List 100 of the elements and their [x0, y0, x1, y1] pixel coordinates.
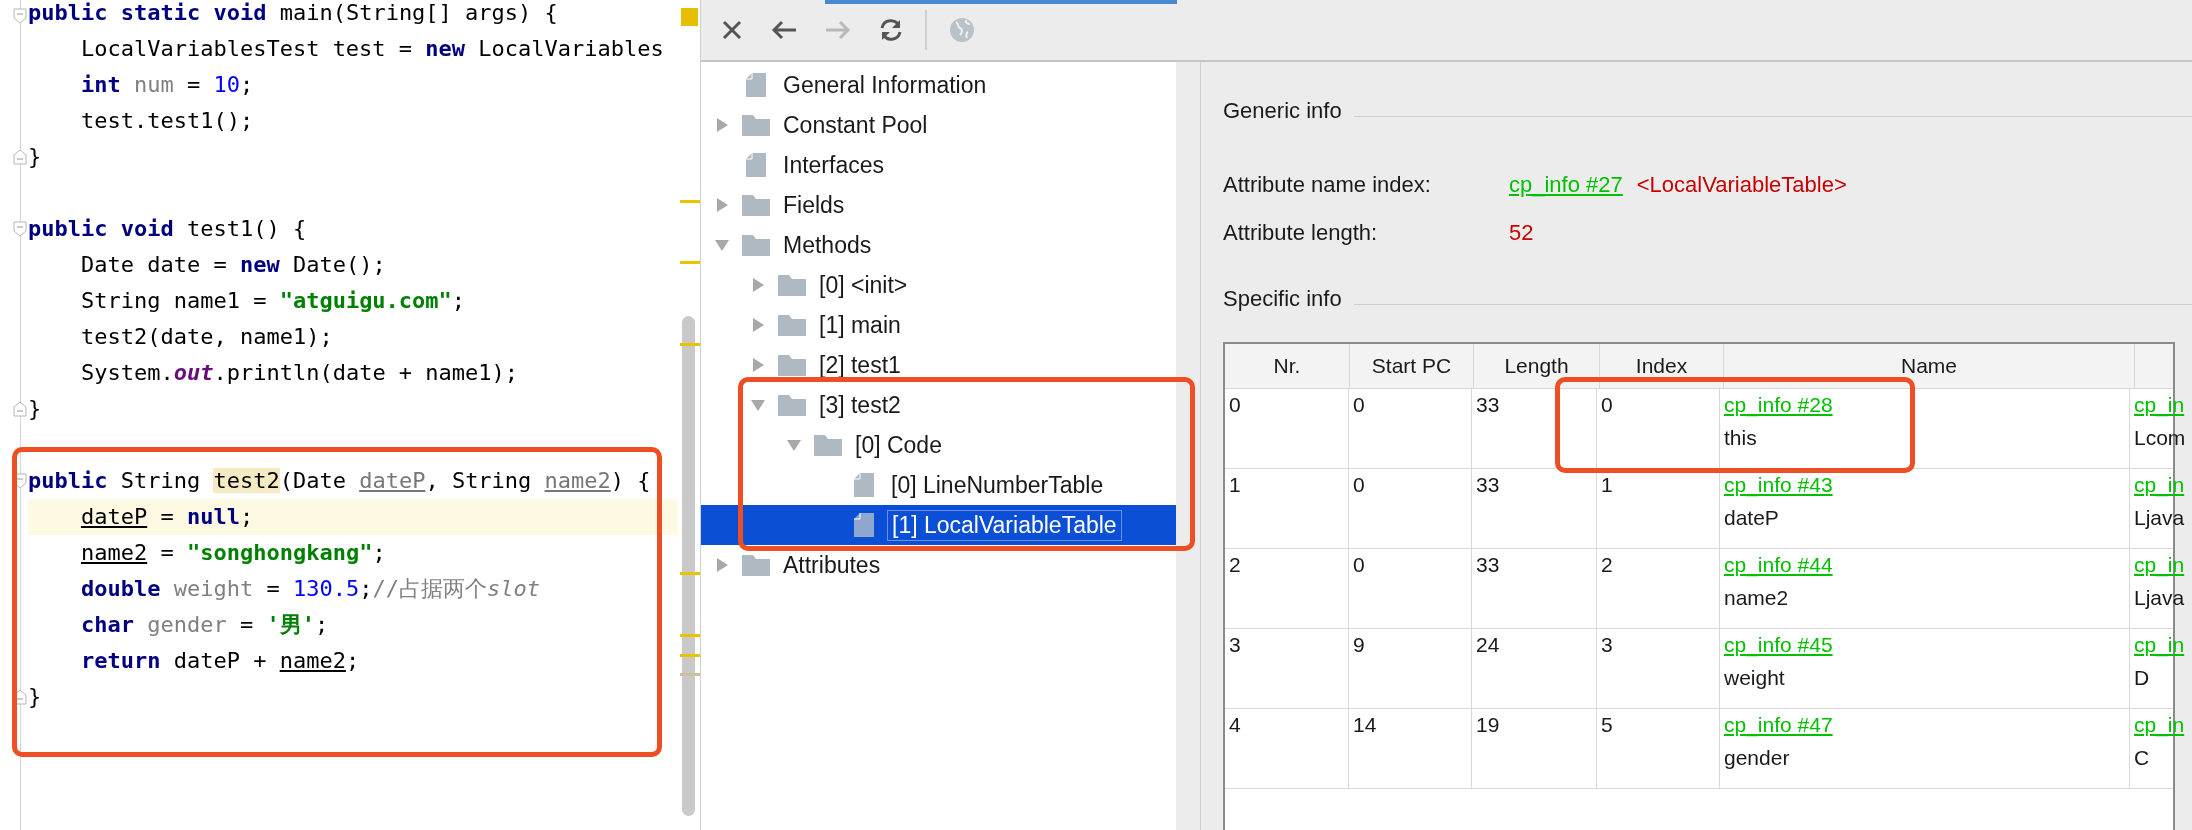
- file-icon: [745, 152, 767, 178]
- column-header[interactable]: Start PC: [1350, 344, 1474, 388]
- table-cell: 0: [1349, 469, 1472, 548]
- tree-item[interactable]: [0] <init>: [815, 270, 912, 300]
- warning-stripe-mark[interactable]: [680, 654, 700, 657]
- table-cell: 2: [1225, 549, 1349, 628]
- warning-stripe-mark[interactable]: [680, 261, 700, 264]
- tree-item[interactable]: [3] test2: [815, 390, 905, 420]
- table-cell: 14: [1349, 709, 1472, 788]
- attribute-label: Attribute name index:: [1223, 172, 1432, 198]
- folder-icon: [741, 553, 771, 577]
- warning-stripe-mark[interactable]: [680, 343, 700, 346]
- folder-icon: [741, 233, 771, 257]
- close-icon: [720, 18, 744, 42]
- code-line: }: [28, 684, 42, 709]
- file-icon: [853, 512, 875, 538]
- fold-icon[interactable]: [13, 149, 27, 165]
- file-icon: [745, 72, 767, 98]
- tree-item[interactable]: Constant Pool: [779, 110, 932, 140]
- warning-stripe-mark[interactable]: [680, 634, 700, 637]
- variable-name: gender: [1724, 746, 1791, 770]
- descriptor-text: Ljava: [2134, 506, 2186, 530]
- variable-name: weight: [1724, 666, 1786, 690]
- code-line: char gender = '男';: [80, 612, 329, 637]
- warning-stripe-mark[interactable]: [680, 200, 700, 203]
- warning-stripe-mark[interactable]: [680, 673, 700, 676]
- expand-arrow-icon[interactable]: [750, 277, 766, 293]
- collapse-arrow-icon[interactable]: [714, 237, 730, 253]
- fold-icon[interactable]: [13, 7, 27, 24]
- column-header[interactable]: Index: [1600, 344, 1724, 388]
- refresh-icon: [878, 17, 904, 43]
- folder-icon: [777, 313, 807, 337]
- code-line: int num = 10;: [80, 72, 254, 97]
- table-cell: 0: [1597, 389, 1720, 468]
- folder-icon: [813, 433, 843, 457]
- expand-arrow-icon[interactable]: [714, 557, 730, 573]
- warning-marker-icon[interactable]: [681, 8, 698, 26]
- tree-item[interactable]: [0] Code: [851, 430, 946, 460]
- tree-item[interactable]: Fields: [779, 190, 849, 220]
- tree-item[interactable]: [1] LocalVariableTable: [887, 509, 1122, 541]
- attribute-value: <LocalVariableTable>: [1636, 172, 1847, 198]
- code-line: return dateP + name2;: [80, 648, 360, 673]
- table-cell: 19: [1472, 709, 1597, 788]
- table-cell: 0: [1349, 549, 1472, 628]
- table-cell: 9: [1349, 629, 1472, 708]
- globe-icon: [948, 16, 976, 44]
- tree-item[interactable]: Methods: [779, 230, 876, 260]
- expand-arrow-icon[interactable]: [714, 117, 730, 133]
- folder-icon: [741, 113, 771, 137]
- column-header[interactable]: Name: [1724, 344, 2135, 388]
- code-line: public void test1() {: [28, 216, 307, 241]
- expand-arrow-icon[interactable]: [750, 317, 766, 333]
- table-cell: 5: [1597, 709, 1720, 788]
- table-cell: 2: [1597, 549, 1720, 628]
- scrollbar-thumb[interactable]: [682, 316, 695, 816]
- left-arrow-icon: [770, 18, 798, 42]
- tree-item[interactable]: General Information: [779, 70, 991, 100]
- table-cell: 3: [1597, 629, 1720, 708]
- code-line: }: [28, 144, 42, 169]
- tree-item[interactable]: [0] LineNumberTable: [887, 470, 1108, 500]
- column-header[interactable]: Nr.: [1225, 344, 1350, 388]
- section-title: Specific info: [1223, 286, 1342, 312]
- collapse-arrow-icon[interactable]: [786, 437, 802, 453]
- table-cell: 33: [1472, 389, 1597, 468]
- tree-item[interactable]: [1] main: [815, 310, 905, 340]
- expand-arrow-icon[interactable]: [750, 357, 766, 373]
- table-cell: 1: [1597, 469, 1720, 548]
- code-line: test2(date, name1);: [80, 324, 333, 349]
- descriptor-text: C: [2134, 746, 2151, 770]
- table-cell: 1: [1225, 469, 1349, 548]
- column-header[interactable]: Length: [1474, 344, 1600, 388]
- variable-name: dateP: [1724, 506, 1780, 530]
- code-line: Date date = new Date();: [80, 252, 386, 277]
- code-line: public String test2(Date dateP, String name2) {: [28, 468, 651, 493]
- folder-icon: [777, 353, 807, 377]
- tree-item[interactable]: Attributes: [779, 550, 885, 580]
- descriptor-text: Ljava: [2134, 586, 2186, 610]
- descriptor-text: D: [2134, 666, 2151, 690]
- table-cell: 3: [1225, 629, 1349, 708]
- right-arrow-icon: [824, 18, 852, 42]
- fold-icon[interactable]: [13, 401, 27, 417]
- fold-icon[interactable]: [13, 221, 27, 237]
- attribute-value: 52: [1509, 220, 1534, 246]
- folder-icon: [741, 193, 771, 217]
- code-line: double weight = 130.5;//占据两个slot: [80, 576, 540, 601]
- tree-item[interactable]: Interfaces: [779, 150, 888, 180]
- descriptor-text: Lcom: [2134, 426, 2187, 450]
- warning-stripe-mark[interactable]: [680, 572, 700, 575]
- attribute-label: Attribute length:: [1223, 220, 1379, 246]
- code-line: public static void main(String[] args) {: [28, 0, 558, 25]
- table-cell: 0: [1225, 389, 1349, 468]
- code-line: String name1 = "atguigu.com";: [80, 288, 466, 313]
- section-title: Generic info: [1223, 98, 1342, 124]
- expand-arrow-icon[interactable]: [714, 197, 730, 213]
- folder-icon: [777, 393, 807, 417]
- table-cell: 4: [1225, 709, 1349, 788]
- code-line: test.test1();: [80, 108, 254, 133]
- collapse-arrow-icon[interactable]: [750, 397, 766, 413]
- code-line: }: [28, 396, 42, 421]
- folder-icon: [777, 273, 807, 297]
